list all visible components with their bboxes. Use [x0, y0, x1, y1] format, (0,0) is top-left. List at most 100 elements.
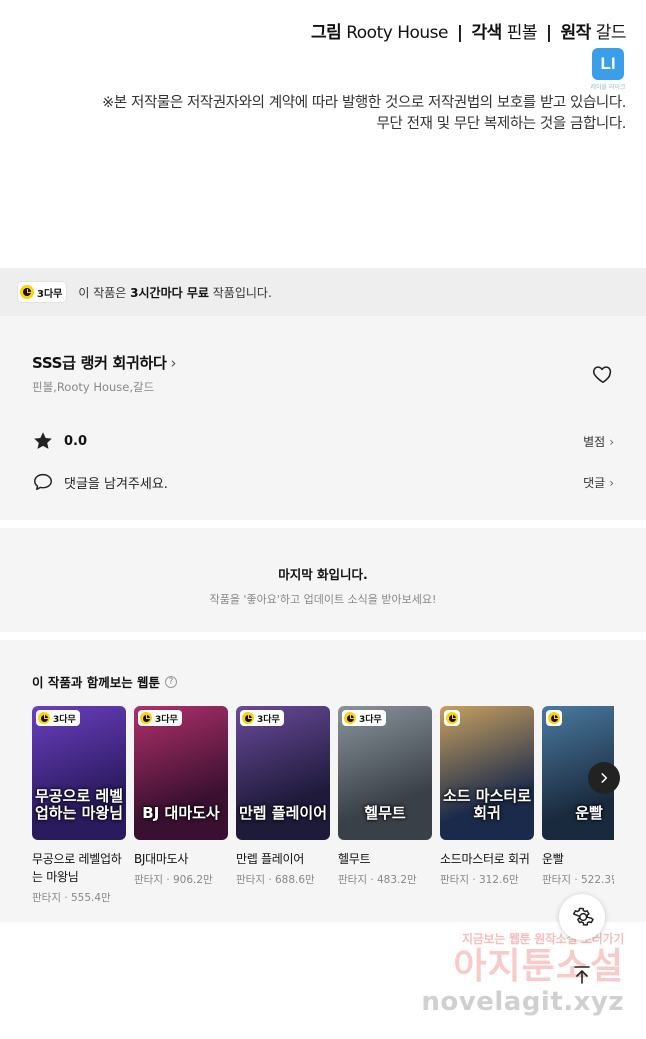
- cover-image: 3다무 BJ 대마도사: [134, 706, 228, 840]
- last-episode-subtitle: 작품을 '좋아요'하고 업데이트 소식을 받아보세요!: [209, 593, 437, 606]
- recommendation-card[interactable]: 3다무 무공으로 레벨업하는 마왕님 무공으로 레벨업하는 마왕님 판타지 · 555…: [32, 706, 126, 905]
- last-episode-title: 마지막 화입니다.: [278, 567, 368, 582]
- cover-title: 헬무트: [364, 804, 406, 822]
- separator: |: [456, 23, 463, 43]
- recommendations-section: 이 작품과 함께보는 웹툰 ? 3다무 무공으로 레벨업하는 마왕님 무공으로 레벨…: [0, 632, 646, 922]
- recommendation-carousel: 3다무 무공으로 레벨업하는 마왕님 무공으로 레벨업하는 마왕님 판타지 · 555…: [32, 706, 614, 916]
- work-info-panel: SSS급 랭커 회귀하다 › 핀볼,Rooty House,갈드 0.0 별점 › …: [0, 316, 646, 520]
- card-meta: 판타지 · 312.6만: [440, 874, 519, 886]
- comment-row[interactable]: 댓글을 남겨주세요. 댓글 ›: [32, 467, 614, 497]
- comment-link[interactable]: 댓글 ›: [583, 474, 614, 491]
- gear-icon: [572, 907, 594, 926]
- clock-icon: [140, 712, 152, 724]
- recommendation-card[interactable]: 3다무 만렙 플레이어 만렙 플레이어 판타지 · 688.6만: [236, 706, 330, 887]
- clock-icon: [20, 285, 34, 299]
- card-title: 소드마스터로 회귀: [440, 852, 530, 866]
- speech-bubble-icon: [34, 473, 52, 491]
- comment-link-label: 댓글: [583, 475, 606, 490]
- publisher-logo: LI 레이블 라이크: [590, 48, 626, 91]
- wait-free-badge: [546, 710, 562, 726]
- comment-prompt: 댓글을 남겨주세요.: [64, 476, 168, 492]
- heart-icon[interactable]: [592, 363, 614, 385]
- rating-link[interactable]: 별점 ›: [583, 433, 614, 450]
- badge-label: 3다무: [53, 714, 76, 725]
- last-episode-panel: 마지막 화입니다. 작품을 '좋아요'하고 업데이트 소식을 받아보세요!: [0, 520, 646, 632]
- art-value: Rooty House: [346, 23, 448, 43]
- wait-free-badge: 3다무: [240, 710, 284, 726]
- card-meta: 판타지 · 688.6만: [236, 874, 315, 886]
- logo-text: LI: [592, 48, 624, 80]
- banner-text-bold: 3시간마다 무료: [130, 285, 209, 300]
- art-label: 그림: [311, 23, 342, 43]
- help-icon[interactable]: ?: [165, 675, 178, 688]
- carousel-next-button[interactable]: [588, 762, 620, 794]
- wait-free-badge: 3다무: [36, 710, 80, 726]
- wait-free-badge: 3다무: [138, 710, 182, 726]
- cover-image: 3다무만렙 플레이어: [236, 706, 330, 840]
- arrow-up-icon: [574, 966, 590, 984]
- credits-header: 그림 Rooty House | 각색 핀볼 | 원작 갈드 LI 레이블 라이…: [26, 18, 626, 135]
- original-value: 갈드: [595, 23, 627, 43]
- chevron-right-icon: ›: [609, 475, 614, 490]
- card-title: 운빨: [542, 852, 564, 866]
- adapt-label: 각색: [471, 23, 503, 43]
- copyright-notice: ※본 저작물은 저작권자와의 계약에 따라 발행한 것으로 저작권법의 보호를 …: [26, 93, 626, 135]
- banner-text-suffix: 작품입니다.: [208, 285, 272, 300]
- recommendations-title: 이 작품과 함께보는 웹툰 ?: [32, 672, 178, 691]
- work-title: SSS급 랭커 회귀하다: [32, 354, 167, 372]
- cover-title: 만렙 플레이어: [238, 804, 328, 822]
- cover-image: 3다무무공으로 레벨업하는 마왕님: [32, 706, 126, 840]
- recommendation-card[interactable]: 3다무 헬무트 헬무트 판타지 · 483.2만: [338, 706, 432, 887]
- card-meta: 판타지 · 522.3만: [542, 874, 614, 886]
- clock-icon: [242, 712, 254, 724]
- notice-line-2: 무단 전재 및 무단 복제하는 것을 금합니다.: [376, 116, 627, 132]
- work-title-link[interactable]: SSS급 랭커 회귀하다 ›: [32, 352, 177, 373]
- card-meta: 판타지 · 906.2만: [134, 874, 213, 886]
- rating-link-label: 별점: [583, 434, 606, 449]
- wait-free-badge: [444, 710, 460, 726]
- badge-label: 3다무: [359, 714, 382, 725]
- badge-label: 3다무: [155, 714, 178, 725]
- chevron-right-icon: ›: [609, 434, 614, 449]
- card-title: 헬무트: [338, 852, 371, 866]
- clock-icon: [38, 712, 50, 724]
- original-label: 원작: [560, 23, 592, 43]
- chevron-right-icon: [601, 773, 608, 783]
- badge-label: 3다무: [257, 714, 280, 725]
- clock-icon: [548, 712, 560, 724]
- scroll-top-button[interactable]: [559, 952, 605, 998]
- clock-icon: [344, 712, 356, 724]
- cover-image: 3다무헬무트: [338, 706, 432, 840]
- cover-title: 운빨: [575, 804, 603, 822]
- notice-line-1: ※본 저작물은 저작권자와의 계약에 따라 발행한 것으로 저작권법의 보호를 …: [102, 95, 626, 111]
- clock-icon: [446, 712, 458, 724]
- card-title: 무공으로 레벨업하는 마왕님: [32, 852, 122, 884]
- cover-title: BJ 대마도사: [142, 804, 220, 822]
- recommendation-card[interactable]: 3다무 BJ 대마도사 BJ대마도사판타지 · 906.2만: [134, 706, 228, 887]
- card-meta: 판타지 · 483.2만: [338, 874, 417, 886]
- badge-label: 3다무: [37, 288, 63, 300]
- cover-title: 무공으로 레벨업하는 마왕님: [34, 787, 124, 822]
- star-icon: [34, 432, 52, 449]
- recommendation-card[interactable]: 운빨 운빨 판타지 · 522.3만: [542, 706, 614, 887]
- banner-text-prefix: 이 작품은: [78, 285, 131, 300]
- work-authors: 핀볼,Rooty House,갈드: [32, 380, 155, 394]
- wait-free-badge: 3다무: [342, 710, 386, 726]
- separator: |: [545, 23, 552, 43]
- free-banner: 3다무 이 작품은 3시간마다 무료 작품입니다.: [0, 268, 646, 316]
- rating-row: 0.0 별점 ›: [32, 426, 614, 456]
- credit-line: 그림 Rooty House | 각색 핀볼 | 원작 갈드: [26, 18, 626, 48]
- settings-button[interactable]: [559, 894, 605, 940]
- card-title: BJ대마도사: [134, 852, 189, 866]
- recommendation-card[interactable]: 소드 마스터로 회귀소드마스터로 회귀판타지 · 312.6만: [440, 706, 534, 887]
- card-title: 만렙 플레이어: [236, 852, 304, 866]
- adapt-value: 핀볼: [506, 23, 538, 43]
- rating-value: 0.0: [64, 433, 88, 449]
- card-meta: 판타지 · 555.4만: [32, 892, 111, 904]
- cover-image: 소드 마스터로 회귀: [440, 706, 534, 840]
- cover-title: 소드 마스터로 회귀: [442, 787, 532, 822]
- wait-free-badge: 3다무: [18, 282, 67, 302]
- recommendations-title-text: 이 작품과 함께보는 웹툰: [32, 675, 161, 690]
- chevron-right-icon: ›: [170, 354, 177, 372]
- logo-subtext: 레이블 라이크: [590, 84, 626, 91]
